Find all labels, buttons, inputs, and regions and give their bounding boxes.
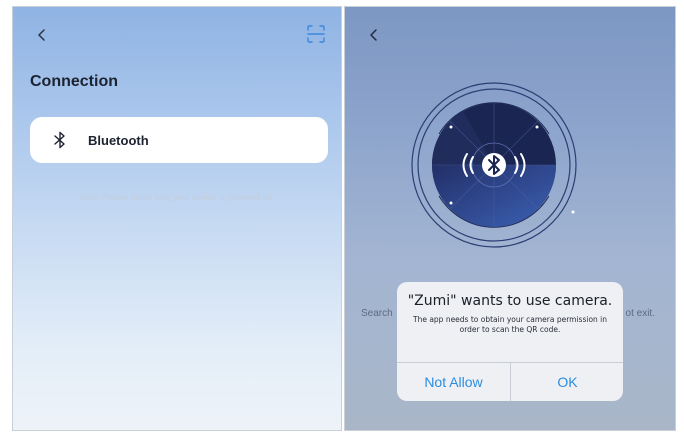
exit-hint-text: ot exit. [625,308,655,319]
connection-screen: Connection Bluetooth Note: Please make s… [12,6,342,431]
dialog-title: "Zumi" wants to use camera. [407,293,613,309]
not-allow-button[interactable]: Not Allow [397,363,510,401]
chevron-left-icon [38,29,45,41]
power-note: Note: Please make sure your device is po… [79,192,275,202]
chevron-left-icon [370,29,377,41]
back-button-scanning[interactable] [363,24,385,46]
bluetooth-icon [54,131,65,149]
bluetooth-option[interactable]: Bluetooth [30,117,328,163]
search-status-text: Search [361,308,393,319]
scan-button[interactable] [305,23,327,45]
scan-icon [307,25,325,43]
ok-button[interactable]: OK [511,363,623,401]
bluetooth-radar-graphic [411,82,577,248]
back-button[interactable] [31,24,53,46]
dialog-message: The app needs to obtain your camera perm… [412,315,608,334]
camera-permission-dialog: "Zumi" wants to use camera. The app need… [397,282,623,401]
scanning-screen: Search ot exit. "Zumi" wants to use came… [344,6,676,431]
page-title: Connection [30,73,118,90]
bluetooth-label: Bluetooth [88,132,149,148]
